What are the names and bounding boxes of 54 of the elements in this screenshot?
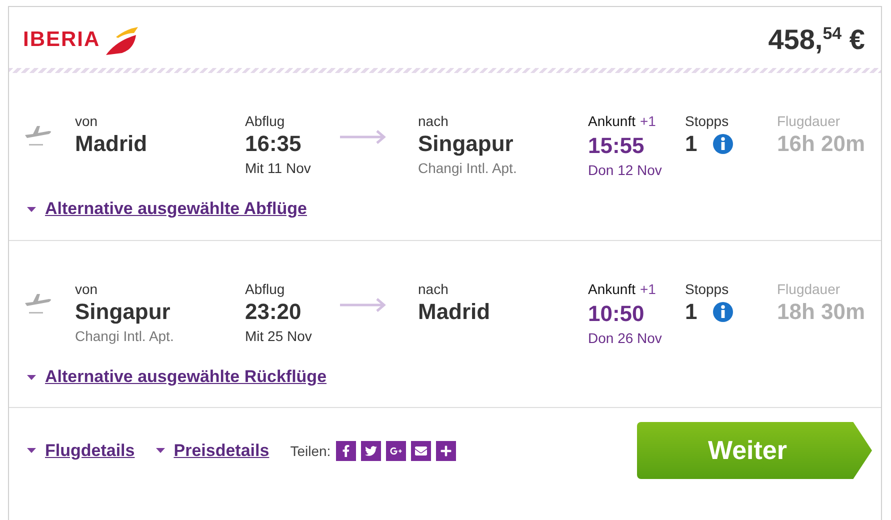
twitter-icon[interactable] [360, 440, 381, 460]
caret-icon [27, 374, 36, 380]
arrival-label: Ankunft [588, 281, 636, 297]
alternatives-link[interactable]: Alternative ausgewählte Abflüge [45, 199, 307, 219]
departure-label: Abflug [245, 281, 285, 297]
arrival-date: Don 26 Nov [588, 329, 662, 347]
arrow-icon [340, 130, 386, 144]
mail-icon[interactable] [410, 440, 431, 460]
total-price: 458,$^{54}$ € [768, 24, 865, 56]
plane-icon [23, 123, 53, 147]
duration-label: Flugdauer [777, 113, 840, 129]
departure-label: Abflug [245, 113, 285, 129]
destination-city: Madrid [418, 298, 490, 326]
origin-airport: Changi Intl. Apt. [75, 327, 174, 345]
share-label: Teilen: [290, 442, 331, 458]
departure-date: Mit 11 Nov [245, 159, 311, 177]
arrival-label: Ankunft [588, 113, 636, 129]
destination-label: nach [418, 281, 448, 297]
stops-count: 1 [685, 130, 698, 158]
arrival-date: Don 12 Nov [588, 161, 662, 179]
caret-icon [27, 206, 36, 212]
origin-city: Madrid [75, 130, 148, 158]
origin-label: von [75, 281, 98, 297]
plane-icon [23, 291, 53, 315]
destination-label: nach [418, 113, 448, 129]
stops-label: Stopps [685, 113, 729, 129]
duration-value: 18h 30m [777, 298, 866, 326]
departure-time: 16:35 [245, 130, 302, 158]
origin-label: von [75, 113, 98, 129]
duration-value: 16h 20m [777, 130, 866, 158]
airline-logo-text: IBERIA [23, 28, 100, 52]
stops-count: 1 [685, 298, 698, 326]
info-icon[interactable] [713, 134, 734, 154]
details-link[interactable]: Preisdetails [174, 440, 270, 460]
plus-icon[interactable] [436, 440, 456, 460]
destination-airport: Changi Intl. Apt. [418, 159, 517, 177]
info-icon[interactable] [713, 302, 734, 322]
arrow-icon [340, 298, 386, 312]
departure-time: 23:20 [245, 298, 302, 326]
day-offset: +1 [640, 113, 656, 129]
day-offset: +1 [640, 281, 656, 297]
google-plus-icon[interactable] [386, 440, 406, 460]
destination-city: Singapur [418, 130, 514, 158]
arrival-time: 10:50 [588, 300, 644, 328]
facebook-icon[interactable] [336, 440, 356, 460]
stops-label: Stopps [685, 281, 729, 297]
alternatives-link[interactable]: Alternative ausgewählte Rückflüge [45, 367, 327, 387]
duration-label: Flugdauer [777, 281, 840, 297]
departure-date: Mit 25 Nov [245, 327, 312, 345]
arrival-time: 15:55 [588, 132, 644, 160]
caret-icon [156, 448, 165, 453]
origin-city: Singapur [75, 298, 170, 326]
details-link[interactable]: Flugdetails [45, 440, 135, 460]
caret-icon [27, 448, 36, 453]
